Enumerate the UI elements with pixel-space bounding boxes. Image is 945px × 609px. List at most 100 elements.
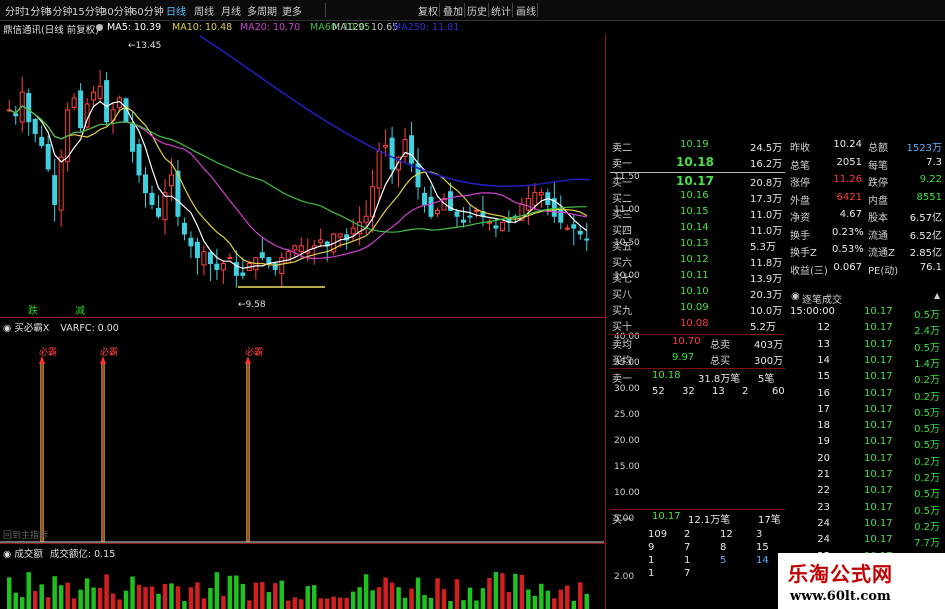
stat-value: 7.3 [926, 156, 942, 168]
candle-body [227, 257, 233, 260]
candle-body [577, 230, 583, 235]
tab-period[interactable]: 分时 [5, 3, 25, 18]
book-row-label: 卖二 [612, 143, 632, 154]
candle-body [532, 192, 538, 207]
stat-value: 6421 [836, 191, 862, 203]
volume-bar [415, 577, 421, 609]
settings-dot-icon[interactable] [96, 24, 103, 31]
volume-bar [208, 588, 213, 609]
volume-bar [52, 576, 57, 609]
indicator-footnote[interactable]: 回到主指标 [3, 528, 48, 541]
volume-bar [396, 587, 401, 609]
book-price: 10.16 [680, 190, 709, 201]
queue-item: 1 [648, 555, 655, 566]
site-watermark: 乐淘公式网 www.60lt.com [778, 553, 945, 609]
tab-period[interactable]: 15分钟 [72, 3, 105, 18]
toolbar-action-button[interactable]: 画线 [516, 3, 536, 18]
candle-body [571, 224, 577, 229]
candle-body [454, 211, 460, 217]
toolbar-divider [439, 3, 440, 17]
book-row-label: 买四 [612, 226, 632, 237]
stat-value: 2.85亿 [909, 248, 942, 259]
volume-bar [227, 575, 233, 609]
volume-bar [247, 600, 252, 609]
queue-item: 2 [742, 386, 749, 397]
volume-bar [58, 585, 64, 609]
book-price: 10.09 [680, 302, 709, 313]
tab-period[interactable]: 5分钟 [46, 3, 72, 18]
book-price: 10.11 [680, 270, 709, 281]
volume-bar [311, 585, 317, 609]
book-row-label: 买一 [612, 178, 632, 189]
volume-bar [260, 582, 265, 609]
tab-period[interactable]: 更多 [282, 3, 302, 18]
candle-body [58, 156, 64, 211]
volume-bar [110, 593, 116, 609]
volume-bar [78, 589, 83, 609]
tab-period[interactable]: 月线 [221, 3, 241, 18]
tick-time: 22 [817, 485, 830, 497]
stat-label: 外盘 [790, 195, 810, 207]
tab-period[interactable]: 日线 [166, 3, 186, 18]
signal-text: 必霸 [245, 346, 263, 358]
volume-bar [370, 590, 375, 609]
volume-bar [558, 589, 564, 609]
book-row-label: 买九 [612, 306, 632, 317]
queue-count: 17笔 [758, 515, 781, 526]
volume-bar [169, 583, 174, 609]
book-divider [610, 509, 785, 510]
book-divider [610, 368, 785, 369]
volume-bar [71, 598, 77, 609]
book-price: 10.12 [680, 254, 709, 265]
queue-item: 32 [682, 386, 695, 397]
volume-bar [39, 584, 44, 609]
volume-bar [91, 587, 96, 609]
volume-bar [162, 583, 168, 609]
volume-bar [441, 589, 447, 609]
tab-period[interactable]: 周线 [194, 3, 214, 18]
tab-period[interactable]: 多周期 [247, 3, 277, 18]
volume-bar [571, 600, 577, 609]
stat-label: PE(动) [868, 265, 899, 277]
book-volume: 10.0万 [750, 306, 783, 317]
tick-volume: 0.5万 [914, 407, 940, 419]
toolbar-divider [537, 3, 538, 17]
toolbar-action-button[interactable]: 复权 [418, 3, 438, 18]
toolbar-action-button[interactable]: 叠加 [443, 3, 463, 18]
book-row-label: 买二 [612, 194, 632, 205]
volume-title: ◉ 成交额 成交额亿: 0.15 [3, 549, 116, 560]
tab-period[interactable]: 30分钟 [101, 3, 134, 18]
candle-body [71, 97, 77, 108]
settings-dot-icon[interactable]: ◉ [3, 323, 14, 334]
panel-divider [0, 317, 605, 318]
queue-price: 10.18 [652, 370, 681, 381]
expand-icon[interactable]: ▲ [934, 291, 940, 300]
volume-bar [221, 595, 226, 609]
candle-body [136, 144, 142, 176]
volume-bar [26, 572, 31, 609]
volume-bar [156, 593, 161, 609]
volume-bar [13, 592, 18, 609]
queue-item: 15 [756, 542, 769, 553]
tick-volume: 0.5万 [914, 310, 940, 321]
queue-item: 5 [720, 555, 727, 566]
book-price: 10.13 [680, 238, 709, 249]
stat-value: 10.24 [833, 139, 862, 150]
toolbar-action-button[interactable]: 统计 [491, 3, 511, 18]
candle-body [584, 238, 590, 241]
tab-period[interactable]: 60分钟 [131, 3, 164, 18]
book-price: 10.17 [676, 174, 714, 188]
volume-bar [324, 598, 330, 609]
tick-list-title: 逐笔成交 [802, 295, 842, 306]
queue-label: 买一 [612, 515, 632, 526]
stat-value: 9.22 [919, 174, 942, 185]
candle-body [207, 252, 213, 265]
toolbar-action-button[interactable]: 历史 [467, 3, 487, 18]
tick-time: 23 [817, 501, 830, 513]
candle-body [279, 257, 285, 274]
volume-bar [428, 597, 434, 609]
stat-value: 6.57亿 [909, 213, 942, 224]
tick-volume: 0.5万 [914, 440, 940, 452]
tick-time: 15:00:00 [790, 306, 835, 317]
volume-bar [292, 597, 297, 609]
